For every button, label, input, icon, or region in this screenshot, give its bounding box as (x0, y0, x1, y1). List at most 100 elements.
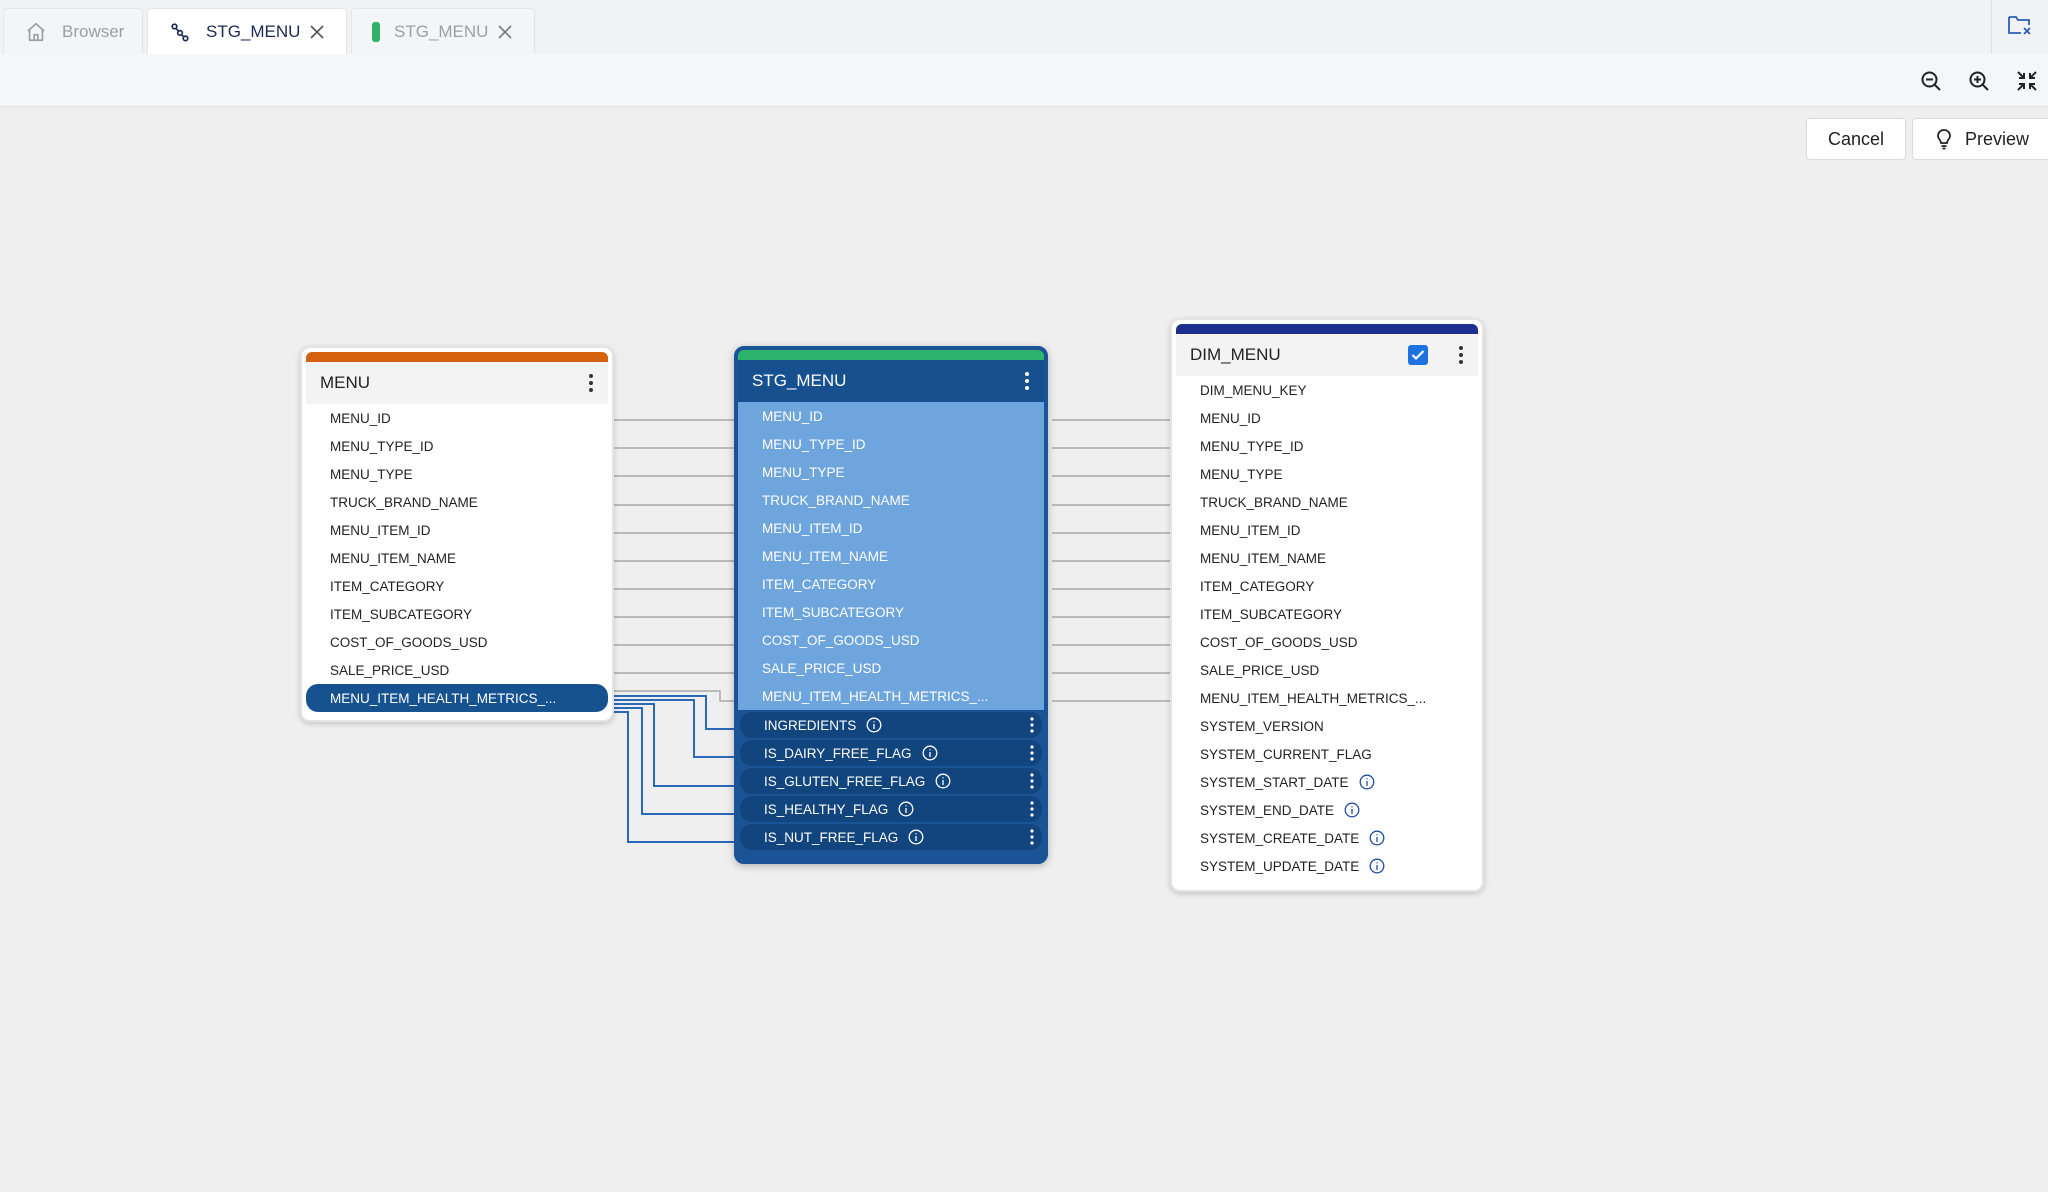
column-name: INGREDIENTS (764, 717, 857, 733)
column-name: SYSTEM_CURRENT_FLAG (1200, 746, 1372, 762)
system-column-row[interactable]: SYSTEM_END_DATE (1176, 796, 1478, 824)
info-icon[interactable] (866, 717, 882, 733)
column-name: MENU_ID (1200, 410, 1261, 426)
column-row[interactable]: MENU_ITEM_ID (1176, 516, 1478, 544)
column-row[interactable]: MENU_ID (738, 402, 1044, 430)
column-row[interactable]: MENU_TYPE (306, 460, 608, 488)
column-name: IS_GLUTEN_FREE_FLAG (764, 773, 926, 789)
info-icon[interactable] (908, 829, 924, 845)
column-name: IS_HEALTHY_FLAG (764, 801, 889, 817)
derived-column-row[interactable]: IS_GLUTEN_FREE_FLAG (740, 768, 1042, 794)
node-color-bar (1176, 324, 1478, 334)
column-name: MENU_TYPE (1200, 466, 1283, 482)
more-options-icon[interactable] (1030, 801, 1034, 820)
derived-column-list: INGREDIENTS IS_DAIRY_FREE_FLAG IS_GLUTEN_F… (738, 710, 1044, 850)
column-name: ITEM_SUBCATEGORY (762, 604, 905, 620)
column-row[interactable]: SALE_PRICE_USD (738, 654, 1044, 682)
column-row[interactable]: SYSTEM_CURRENT_FLAG (1176, 740, 1478, 768)
source-table-node-menu[interactable]: MENU MENU_ID MENU_TYPE_ID MENU_TYPE TRUCK_B… (300, 346, 614, 722)
column-row[interactable]: ITEM_CATEGORY (1176, 572, 1478, 600)
column-row[interactable]: MENU_ITEM_NAME (738, 542, 1044, 570)
more-options-icon[interactable] (1458, 345, 1464, 370)
transform-node-stg-menu[interactable]: STG_MENU MENU_ID MENU_TYPE_ID MENU_TYPE TRU… (734, 346, 1048, 864)
column-row[interactable]: ITEM_SUBCATEGORY (306, 600, 608, 628)
column-row[interactable]: COST_OF_GOODS_USD (306, 628, 608, 656)
column-row[interactable]: MENU_ITEM_NAME (1176, 544, 1478, 572)
column-name: SYSTEM_UPDATE_DATE (1200, 858, 1360, 874)
column-name: SALE_PRICE_USD (330, 662, 450, 678)
info-icon[interactable] (1369, 830, 1385, 846)
column-name: IS_NUT_FREE_FLAG (764, 829, 899, 845)
column-name: MENU_TYPE_ID (1200, 438, 1304, 454)
column-name: MENU_ID (762, 408, 823, 424)
column-row[interactable]: TRUCK_BRAND_NAME (1176, 488, 1478, 516)
column-row[interactable]: MENU_TYPE_ID (738, 430, 1044, 458)
column-list: DIM_MENU_KEY MENU_ID MENU_TYPE_ID MENU_TYPE… (1172, 376, 1482, 880)
column-row[interactable]: ITEM_SUBCATEGORY (738, 598, 1044, 626)
column-name: MENU_ITEM_HEALTH_METRICS_... (330, 690, 557, 706)
more-options-icon[interactable] (588, 373, 594, 398)
info-icon[interactable] (935, 773, 951, 789)
column-name: MENU_ITEM_NAME (762, 548, 889, 564)
column-row[interactable]: ITEM_CATEGORY (306, 572, 608, 600)
column-name: MENU_ITEM_HEALTH_METRICS_... (762, 688, 989, 704)
more-options-icon[interactable] (1030, 717, 1034, 736)
column-name: MENU_ID (330, 410, 391, 426)
column-row[interactable]: MENU_ITEM_ID (738, 514, 1044, 542)
derived-column-row[interactable]: INGREDIENTS (740, 712, 1042, 738)
system-column-row[interactable]: SYSTEM_START_DATE (1176, 768, 1478, 796)
column-row[interactable]: COST_OF_GOODS_USD (738, 626, 1044, 654)
node-checkbox[interactable] (1408, 345, 1428, 365)
info-icon[interactable] (922, 745, 938, 761)
column-name: COST_OF_GOODS_USD (1200, 634, 1358, 650)
column-name: COST_OF_GOODS_USD (330, 634, 488, 650)
column-row[interactable]: TRUCK_BRAND_NAME (306, 488, 608, 516)
column-row[interactable]: MENU_TYPE_ID (1176, 432, 1478, 460)
column-row[interactable]: MENU_ITEM_HEALTH_METRICS_... (1176, 684, 1478, 712)
column-links-right (1052, 419, 1170, 702)
more-options-icon[interactable] (1030, 745, 1034, 764)
column-row[interactable]: TRUCK_BRAND_NAME (738, 486, 1044, 514)
column-row[interactable]: MENU_ITEM_ID (306, 516, 608, 544)
more-options-icon[interactable] (1024, 371, 1030, 396)
more-options-icon[interactable] (1030, 829, 1034, 848)
derived-column-row[interactable]: IS_DAIRY_FREE_FLAG (740, 740, 1042, 766)
column-name: TRUCK_BRAND_NAME (762, 492, 910, 508)
column-row[interactable]: MENU_TYPE_ID (306, 432, 608, 460)
info-icon[interactable] (1359, 774, 1375, 790)
column-name: SALE_PRICE_USD (762, 660, 882, 676)
column-name: MENU_TYPE (762, 464, 845, 480)
column-name: ITEM_CATEGORY (1200, 578, 1315, 594)
info-icon[interactable] (1369, 858, 1385, 874)
column-row[interactable]: SALE_PRICE_USD (1176, 656, 1478, 684)
column-row[interactable]: MENU_TYPE (738, 458, 1044, 486)
column-name: ITEM_SUBCATEGORY (1200, 606, 1343, 622)
column-name: DIM_MENU_KEY (1200, 382, 1307, 398)
column-row[interactable]: SALE_PRICE_USD (306, 656, 608, 684)
column-row[interactable]: MENU_ID (306, 404, 608, 432)
derived-column-row[interactable]: IS_HEALTHY_FLAG (740, 796, 1042, 822)
column-row-selected[interactable]: MENU_ITEM_HEALTH_METRICS_... (306, 684, 608, 712)
column-row[interactable]: DIM_MENU_KEY (1176, 376, 1478, 404)
column-name: SYSTEM_VERSION (1200, 718, 1324, 734)
column-row[interactable]: MENU_ITEM_NAME (306, 544, 608, 572)
system-column-row[interactable]: SYSTEM_CREATE_DATE (1176, 824, 1478, 852)
more-options-icon[interactable] (1030, 773, 1034, 792)
derived-column-links (612, 695, 736, 843)
column-row[interactable]: MENU_ID (1176, 404, 1478, 432)
system-column-row[interactable]: SYSTEM_UPDATE_DATE (1176, 852, 1478, 880)
column-name: MENU_ITEM_ID (330, 522, 431, 538)
node-color-bar (738, 350, 1044, 360)
column-name: MENU_TYPE_ID (330, 438, 434, 454)
column-row[interactable]: MENU_ITEM_HEALTH_METRICS_... (738, 682, 1044, 710)
info-icon[interactable] (1344, 802, 1360, 818)
column-list: MENU_ID MENU_TYPE_ID MENU_TYPE TRUCK_BRAND_… (738, 402, 1044, 710)
info-icon[interactable] (898, 801, 914, 817)
column-row[interactable]: ITEM_CATEGORY (738, 570, 1044, 598)
column-row[interactable]: SYSTEM_VERSION (1176, 712, 1478, 740)
target-table-node-dim-menu[interactable]: DIM_MENU DIM_MENU_KEY MENU_ID MENU_TYPE_ID… (1170, 318, 1484, 892)
column-row[interactable]: COST_OF_GOODS_USD (1176, 628, 1478, 656)
derived-column-row[interactable]: IS_NUT_FREE_FLAG (740, 824, 1042, 850)
column-row[interactable]: ITEM_SUBCATEGORY (1176, 600, 1478, 628)
column-row[interactable]: MENU_TYPE (1176, 460, 1478, 488)
